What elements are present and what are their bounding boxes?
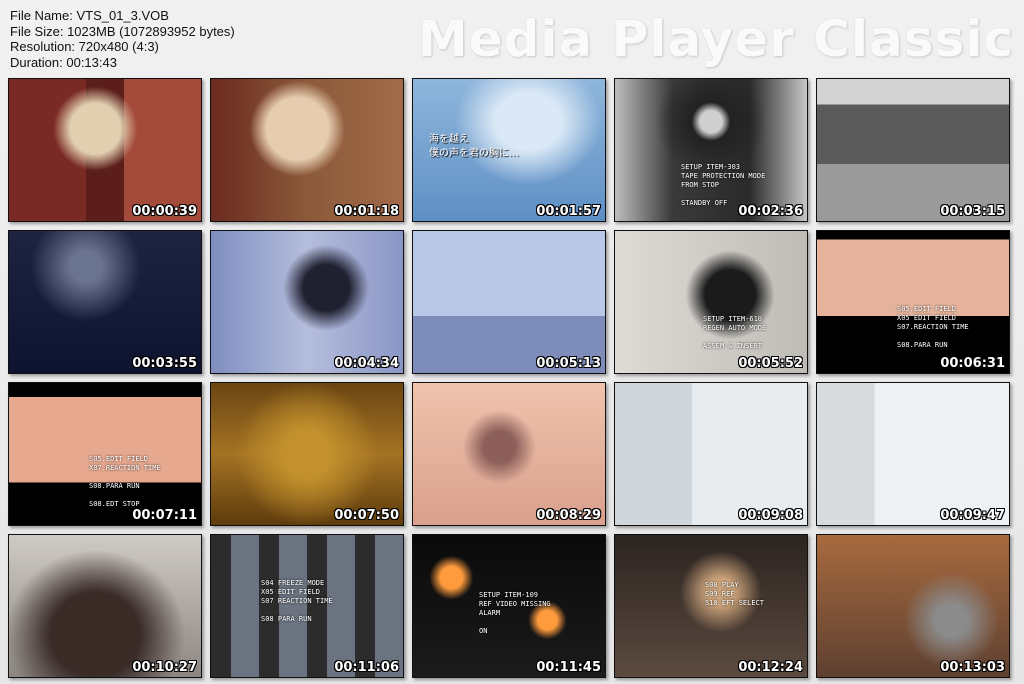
thumbnail-image xyxy=(615,231,807,373)
video-thumbnail[interactable]: 00:07:50 xyxy=(210,382,404,526)
video-thumbnail[interactable]: 00:00:39 xyxy=(8,78,202,222)
osd-menu-overlay: S08 PLAY S09 REF S10 EFT SELECT xyxy=(705,581,765,607)
file-info-panel: File Name: VTS_01_3.VOB File Size: 1023M… xyxy=(10,8,235,70)
osd-menu-overlay: S05.EDIT FIELD X05 EDIT FIELD S07.REACTI… xyxy=(897,305,969,349)
timestamp-label: 00:01:57 xyxy=(536,204,601,219)
video-thumbnail[interactable]: 00:04:34 xyxy=(210,230,404,374)
thumbnail-image xyxy=(817,231,1009,373)
duration-label: Duration: 00:13:43 xyxy=(10,54,117,70)
video-thumbnail[interactable]: S04 FREEZE MODE X05 EDIT FIELD S07 REACT… xyxy=(210,534,404,678)
thumbnail-image xyxy=(9,79,201,221)
timestamp-label: 00:02:36 xyxy=(738,204,803,219)
timestamp-label: 00:13:03 xyxy=(940,660,1005,675)
osd-menu-overlay: SETUP ITEM-303 TAPE PROTECTION MODE FROM… xyxy=(681,163,766,207)
timestamp-label: 00:10:27 xyxy=(132,660,197,675)
video-thumbnail[interactable]: S05.EDIT FIELD X05 EDIT FIELD S07.REACTI… xyxy=(816,230,1010,374)
thumbnail-image xyxy=(817,383,1009,525)
timestamp-label: 00:09:47 xyxy=(940,508,1005,523)
timestamp-label: 00:07:50 xyxy=(334,508,399,523)
timestamp-label: 00:11:06 xyxy=(334,660,399,675)
timestamp-label: 00:06:31 xyxy=(940,356,1005,371)
video-thumbnail[interactable]: 00:08:29 xyxy=(412,382,606,526)
video-thumbnail[interactable]: 00:09:08 xyxy=(614,382,808,526)
timestamp-label: 00:01:18 xyxy=(334,204,399,219)
osd-menu-overlay: S05.EDIT FIELD X07.REACTION TIME S08.PAR… xyxy=(89,455,161,508)
timestamp-label: 00:09:08 xyxy=(738,508,803,523)
timestamp-label: 00:03:15 xyxy=(940,204,1005,219)
video-thumbnail[interactable]: SETUP ITEM-109 REF VIDEO MISSING ALARM O… xyxy=(412,534,606,678)
thumbnail-grid: 00:00:39 00:01:18 海を越え 僕の声を君の胸に… 00:01:57 SE… xyxy=(8,78,1010,678)
thumbnail-image xyxy=(413,383,605,525)
video-thumbnail[interactable]: 00:09:47 xyxy=(816,382,1010,526)
thumbnail-image xyxy=(9,535,201,677)
timestamp-label: 00:03:55 xyxy=(132,356,197,371)
thumbnail-image xyxy=(211,383,403,525)
timestamp-label: 00:05:52 xyxy=(738,356,803,371)
thumbnail-image xyxy=(817,79,1009,221)
timestamp-label: 00:08:29 xyxy=(536,508,601,523)
video-thumbnail[interactable]: 00:10:27 xyxy=(8,534,202,678)
osd-menu-overlay: SETUP ITEM-109 REF VIDEO MISSING ALARM O… xyxy=(479,591,551,635)
timestamp-label: 00:07:11 xyxy=(132,508,197,523)
timestamp-label: 00:11:45 xyxy=(536,660,601,675)
video-thumbnail[interactable]: 00:03:55 xyxy=(8,230,202,374)
timestamp-label: 00:12:24 xyxy=(738,660,803,675)
video-thumbnail[interactable]: S05.EDIT FIELD X07.REACTION TIME S08.PAR… xyxy=(8,382,202,526)
osd-menu-overlay: S04 FREEZE MODE X05 EDIT FIELD S07 REACT… xyxy=(261,579,333,623)
japanese-caption: 海を越え 僕の声を君の胸に… xyxy=(429,134,519,159)
file-size-label: File Size: 1023MB (1072893952 bytes) xyxy=(10,23,235,39)
thumbnail-image xyxy=(817,535,1009,677)
video-thumbnail[interactable]: S08 PLAY S09 REF S10 EFT SELECT 00:12:24 xyxy=(614,534,808,678)
resolution-label: Resolution: 720x480 (4:3) xyxy=(10,39,159,54)
timestamp-label: 00:04:34 xyxy=(334,356,399,371)
video-thumbnail[interactable]: 00:05:13 xyxy=(412,230,606,374)
timestamp-label: 00:00:39 xyxy=(132,204,197,219)
timestamp-label: 00:05:13 xyxy=(536,356,601,371)
thumbnail-image xyxy=(9,231,201,373)
video-thumbnail[interactable]: SETUP ITEM-303 TAPE PROTECTION MODE FROM… xyxy=(614,78,808,222)
video-thumbnail[interactable]: 海を越え 僕の声を君の胸に… 00:01:57 xyxy=(412,78,606,222)
file-name-label: File Name: VTS_01_3.VOB xyxy=(10,8,169,23)
thumbnail-image xyxy=(211,79,403,221)
video-thumbnail[interactable]: SETUP ITEM-610 REGEN AUTO MODE ASSEM & I… xyxy=(614,230,808,374)
thumbnail-image xyxy=(615,383,807,525)
video-thumbnail[interactable]: 00:13:03 xyxy=(816,534,1010,678)
thumbnail-image xyxy=(413,231,605,373)
watermark-title: Media Player Classic xyxy=(417,10,1014,68)
video-thumbnail[interactable]: 00:03:15 xyxy=(816,78,1010,222)
osd-menu-overlay: SETUP ITEM-610 REGEN AUTO MODE ASSEM & I… xyxy=(703,315,767,350)
video-thumbnail[interactable]: 00:01:18 xyxy=(210,78,404,222)
thumbnail-image xyxy=(211,231,403,373)
